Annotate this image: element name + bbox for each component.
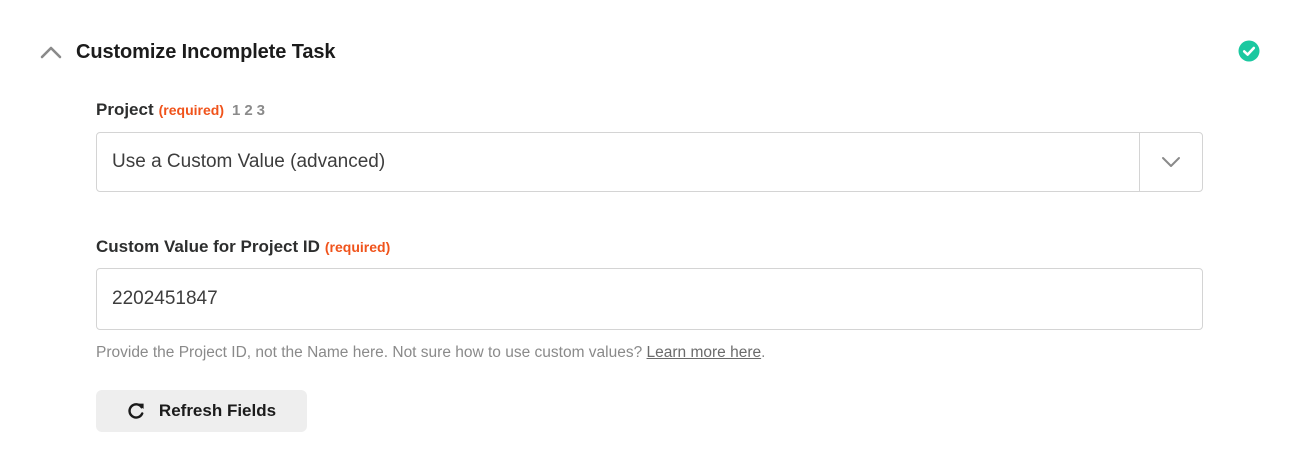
refresh-fields-label: Refresh Fields [158, 401, 277, 420]
project-id-input[interactable] [96, 268, 1203, 330]
help-text-suffix: . [761, 344, 766, 361]
chevron-up-icon[interactable] [38, 42, 64, 62]
section-header-toggle[interactable]: Customize Incomplete Task [38, 36, 336, 68]
refresh-fields-button[interactable]: Refresh Fields [96, 390, 307, 432]
project-id-help-text: Provide the Project ID, not the Name her… [96, 344, 765, 362]
custom-value-label-text: Custom Value for Project ID [96, 237, 320, 256]
step-2-link[interactable]: 2 [244, 102, 252, 119]
check-circle-icon [1238, 40, 1260, 62]
step-1-link[interactable]: 1 [232, 102, 240, 119]
customize-task-panel: Customize Incomplete Task Project (requi… [0, 0, 1300, 472]
project-select-toggle[interactable] [1139, 133, 1202, 191]
project-label-text: Project [96, 100, 154, 119]
project-field-label: Project (required) 1 2 3 [96, 100, 269, 120]
refresh-icon [127, 402, 145, 420]
section-title: Customize Incomplete Task [76, 40, 336, 63]
custom-value-field-label: Custom Value for Project ID (required) [96, 237, 390, 257]
chevron-down-icon [1162, 157, 1180, 167]
step-3-link[interactable]: 3 [257, 102, 265, 119]
project-step-links: 1 2 3 [232, 102, 269, 119]
learn-more-link[interactable]: Learn more here [647, 344, 762, 361]
project-select-value: Use a Custom Value (advanced) [112, 151, 386, 172]
help-text-body: Provide the Project ID, not the Name her… [96, 344, 647, 361]
project-required-badge: (required) [158, 102, 224, 118]
project-select[interactable]: Use a Custom Value (advanced) [96, 132, 1203, 192]
custom-value-required-badge: (required) [324, 239, 391, 255]
